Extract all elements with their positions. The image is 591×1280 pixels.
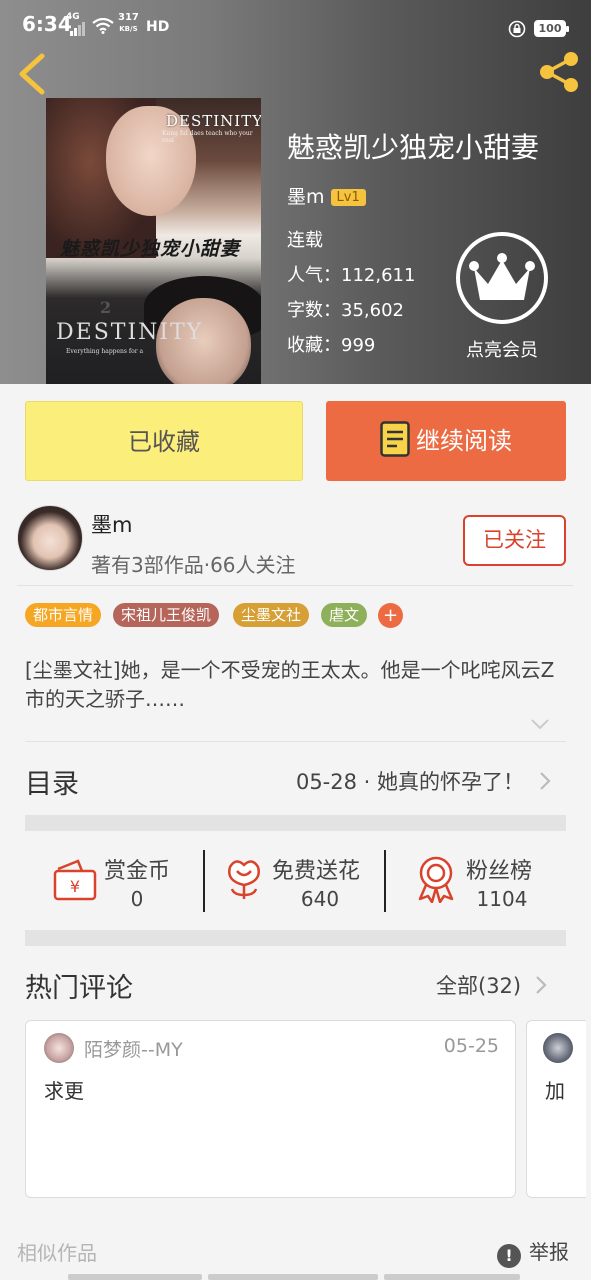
svg-text:¥: ¥ <box>70 877 80 896</box>
similar-works-title: 相似作品 <box>17 1241 97 1265</box>
tag-song-zuer-wang-junkai[interactable]: 宋祖儿王俊凯 <box>113 603 220 627</box>
book-cover[interactable]: DESTINITY Kung ful daes teach who your r… <box>46 98 261 384</box>
commenter-avatar[interactable] <box>543 1033 573 1063</box>
rotation-lock-icon <box>508 20 526 38</box>
hot-comments-title: 热门评论 <box>25 973 133 1004</box>
signal-icon <box>70 22 86 36</box>
divider <box>203 850 205 912</box>
cover-text-bottom: DESTINITY <box>56 320 204 345</box>
divider <box>17 585 573 586</box>
free-flowers-value: 640 <box>300 887 340 911</box>
cover-number: 2 <box>100 298 112 317</box>
cover-subtext-bottom: Everything happens for a <box>66 348 144 355</box>
chevron-right-icon <box>540 772 551 790</box>
book-author-row[interactable]: 墨m Lv1 <box>287 182 366 209</box>
book-icon <box>380 421 410 457</box>
add-tag-button[interactable]: + <box>378 603 403 628</box>
author-stats: 著有3部作品·66人关注 <box>91 553 296 577</box>
author-name[interactable]: 墨m <box>91 509 132 539</box>
popularity-label: 人气： <box>287 265 341 286</box>
serial-status: 连载 <box>287 230 323 251</box>
speed-value: 317 <box>118 12 139 23</box>
fan-ranking-label: 粉丝榜 <box>466 859 533 884</box>
back-button[interactable] <box>12 48 52 98</box>
flower-icon <box>228 860 260 899</box>
comment-card[interactable]: 加 <box>526 1020 586 1198</box>
red-envelope-icon: ¥ <box>53 859 97 901</box>
network-speed: 317 KB/S <box>118 12 139 35</box>
book-synopsis: [尘墨文社]她，是一个不受宠的王太太。他是一个叱咤风云Z市的天之骄子…… <box>25 658 555 711</box>
share-button[interactable] <box>535 48 583 96</box>
commenter-avatar[interactable] <box>44 1033 74 1063</box>
latest-chapter: 05-28 · 她真的怀孕了！ <box>295 770 524 794</box>
similar-work-item[interactable] <box>68 1274 202 1280</box>
similar-work-item[interactable] <box>208 1274 378 1280</box>
fan-ranking-value: 1104 <box>476 887 528 911</box>
comment-text: 加 <box>545 1079 565 1103</box>
ribbon-medal-icon <box>418 856 454 903</box>
all-comments-label: 全部(32) <box>436 974 522 998</box>
section-separator <box>25 815 566 831</box>
report-label: 举报 <box>529 1240 569 1264</box>
battery-icon: 100 <box>534 20 569 37</box>
reward-coins-label: 赏金币 <box>104 859 171 884</box>
status-time: 6:34 <box>22 12 72 36</box>
favorites-label: 收藏： <box>287 335 341 356</box>
level-badge: Lv1 <box>330 189 366 206</box>
followed-button[interactable]: 已关注 <box>463 515 566 566</box>
reward-coins[interactable]: ¥ 赏金币 0 <box>50 845 220 915</box>
divider <box>384 850 386 912</box>
favorites-value: 999 <box>341 335 376 356</box>
fan-ranking[interactable]: 粉丝榜 1104 <box>414 845 584 915</box>
status-bar: 6:34 4G 317 KB/S HD 100 <box>0 0 591 44</box>
author-avatar[interactable] <box>17 505 83 571</box>
comment-text: 求更 <box>44 1079 84 1103</box>
popularity-value: 112,611 <box>341 265 416 286</box>
report-button[interactable]: ! 举报 <box>497 1236 569 1268</box>
free-flowers-label: 免费送花 <box>272 859 361 884</box>
hd-indicator: HD <box>146 19 170 35</box>
catalog-row[interactable]: 目录 05-28 · 她真的怀孕了！ <box>25 752 566 810</box>
wordcount-stat: 字数：35,602 <box>287 296 404 322</box>
favorites-stat: 收藏：999 <box>287 331 375 357</box>
tag-nuewen[interactable]: 虐文 <box>321 603 368 627</box>
wifi-icon <box>92 18 114 34</box>
commenter-name[interactable]: 陌梦颜--MY <box>84 1035 183 1062</box>
crown-icon <box>469 253 535 300</box>
popularity-stat: 人气：112,611 <box>287 261 415 287</box>
similar-work-item[interactable] <box>384 1274 520 1280</box>
chevron-down-icon[interactable] <box>530 716 550 732</box>
cover-subtext-top: Kung ful daes teach who your real <box>162 130 253 144</box>
wordcount-label: 字数： <box>287 300 341 321</box>
catalog-title: 目录 <box>25 769 79 800</box>
comment-date: 05-25 <box>443 1035 499 1057</box>
collected-button[interactable]: 已收藏 <box>25 401 303 481</box>
comment-card[interactable]: 陌梦颜--MY 05-25 求更 <box>25 1020 516 1198</box>
cover-text-top: DESTINITY <box>166 112 261 130</box>
vip-label: 点亮会员 <box>466 340 538 361</box>
free-flowers[interactable]: 免费送花 640 <box>222 845 392 915</box>
divider <box>25 741 566 742</box>
warning-icon: ! <box>497 1244 521 1268</box>
all-comments-link[interactable]: 全部(32) <box>436 970 548 1000</box>
continue-reading-label: 继续阅读 <box>416 427 512 455</box>
tag-dushi-yanqing[interactable]: 都市言情 <box>25 603 102 627</box>
continue-reading-button[interactable]: 继续阅读 <box>326 401 566 481</box>
tag-chenmo-wenshe[interactable]: 尘墨文社 <box>233 603 310 627</box>
cover-title: 魅惑凯少独宠小甜妻 <box>60 238 241 260</box>
book-author[interactable]: 墨m <box>287 186 325 208</box>
chevron-right-icon <box>536 976 547 994</box>
book-header: 6:34 4G 317 KB/S HD 100 DESTINITY Kung f… <box>0 0 591 384</box>
speed-unit: KB/S <box>119 25 138 33</box>
reward-coins-value: 0 <box>130 887 144 911</box>
network-type: 4G <box>66 12 80 22</box>
section-separator <box>25 930 566 946</box>
book-title: 魅惑凯少独宠小甜妻 <box>287 131 540 164</box>
vip-button[interactable]: 点亮会员 <box>452 232 552 362</box>
wordcount-value: 35,602 <box>341 300 404 321</box>
